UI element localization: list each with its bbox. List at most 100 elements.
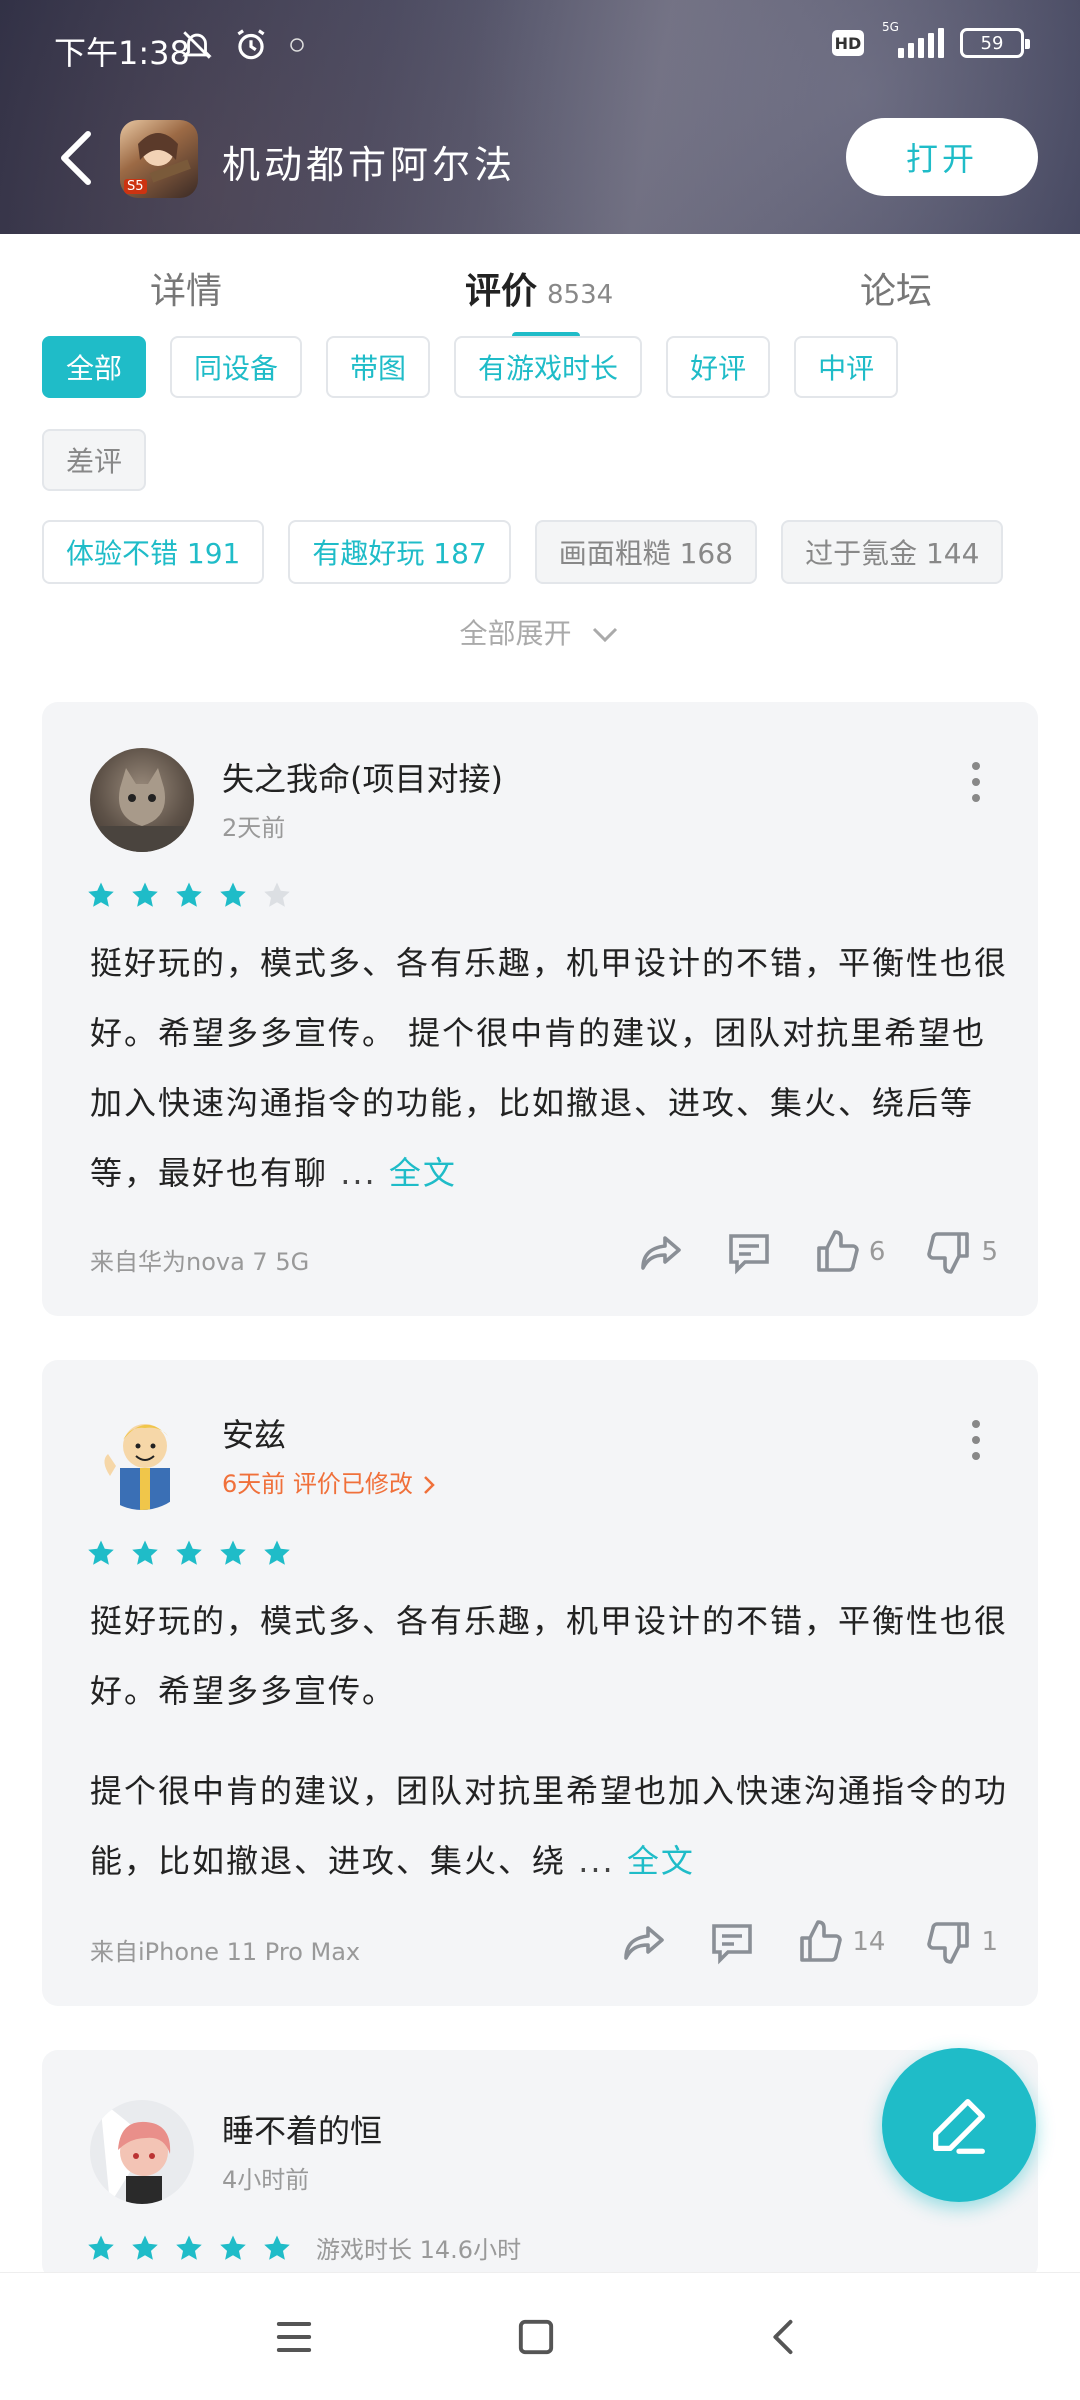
status-bar: 下午1:38 HD 5G 59: [0, 0, 1080, 96]
menu-nav-button[interactable]: [268, 2311, 320, 2363]
like-count: 6: [868, 1237, 886, 1267]
review-card: 失之我命(项目对接) 2天前 挺好玩的，模式多、各有乐趣，机甲设计的不错，平衡性…: [42, 702, 1038, 1316]
tag-good-experience[interactable]: 体验不错 191: [42, 520, 265, 584]
star-empty-icon: [262, 880, 292, 910]
share-button[interactable]: [620, 1918, 668, 1966]
like-button[interactable]: 14: [796, 1918, 885, 1966]
menu-icon: [276, 2322, 312, 2352]
read-full-link[interactable]: 全文: [389, 1154, 457, 1192]
tab-details[interactable]: 详情: [150, 262, 222, 314]
app-topbar: S5 机动都市阿尔法 打开: [0, 110, 1080, 210]
read-full-link[interactable]: 全文: [627, 1842, 695, 1880]
share-button[interactable]: [637, 1228, 685, 1276]
review-time-edited[interactable]: 6天前 评价已修改: [222, 1464, 437, 1499]
back-button[interactable]: [56, 128, 106, 188]
avatar[interactable]: [90, 748, 194, 852]
tab-bar: 详情 评价 8534 论坛: [0, 234, 1080, 340]
device-label: 来自华为nova 7 5G: [90, 1248, 310, 1276]
review-text-p1[interactable]: 挺好玩的，模式多、各有乐趣，机甲设计的不错，平衡性也很好。希望多多宣传。: [90, 1586, 1010, 1726]
star-filled-icon: [86, 1538, 116, 1568]
review-text-p2[interactable]: 提个很中肯的建议，团队对抗里希望也加入快速沟通指令的功能，比如撤退、进攻、集火、…: [90, 1756, 1010, 1896]
review-card: 睡不着的恒 4小时前 游戏时长 14.6小时: [42, 2050, 1038, 2280]
star-filled-icon: [130, 1538, 160, 1568]
more-options-icon[interactable]: [972, 1420, 982, 1460]
sync-icon: [290, 38, 304, 52]
pen-icon: [933, 2099, 985, 2154]
review-card: 安兹 6天前 评价已修改 挺好玩的，模式多、各有乐趣，机甲设计的不错，平衡性也很…: [42, 1360, 1038, 2006]
app-icon: S5: [120, 120, 198, 198]
back-nav-button[interactable]: [758, 2311, 810, 2363]
home-nav-button[interactable]: [510, 2311, 562, 2363]
tag-row: 体验不错 191 有趣好玩 187 画面粗糙 168 过于氪金 144: [42, 520, 1004, 584]
signal-icon: 5G: [880, 20, 944, 58]
filter-with-playtime[interactable]: 有游戏时长: [454, 336, 643, 398]
review-actions: 6 5: [637, 1228, 998, 1276]
filter-negative[interactable]: 差评: [42, 429, 147, 491]
playtime-label: 游戏时长 14.6小时: [316, 2236, 522, 2264]
thumbs-up-icon: [800, 1920, 843, 1962]
write-review-button[interactable]: [882, 2048, 1036, 2202]
star-filled-icon: [86, 880, 116, 910]
filter-all[interactable]: 全部: [42, 336, 147, 398]
review-actions: 14 1: [620, 1918, 998, 1966]
user-name[interactable]: 安兹: [222, 1410, 286, 1456]
system-nav-bar: [0, 2272, 1080, 2400]
dislike-button[interactable]: 1: [925, 1918, 998, 1966]
avatar[interactable]: [90, 2100, 194, 2204]
more-options-icon[interactable]: [972, 762, 982, 802]
review-time: 4小时前: [222, 2166, 310, 2194]
star-filled-icon: [130, 2233, 160, 2263]
alarm-icon: [237, 29, 265, 60]
dislike-count: 5: [981, 1237, 998, 1267]
filter-positive[interactable]: 好评: [666, 336, 771, 398]
hd-badge: HD: [832, 30, 864, 56]
like-button[interactable]: 6: [813, 1228, 886, 1276]
filter-same-device[interactable]: 同设备: [170, 336, 303, 398]
thumbs-down-icon: [927, 1232, 970, 1274]
filter-with-images[interactable]: 带图: [326, 336, 431, 398]
filter-neutral[interactable]: 中评: [794, 336, 899, 398]
star-filled-icon: [218, 880, 248, 910]
device-label: 来自iPhone 11 Pro Max: [90, 1938, 361, 1966]
app-icon-badge: S5: [124, 179, 147, 194]
filter-row: 全部 同设备 带图 有游戏时长 好评 中评: [42, 336, 899, 398]
star-filled-icon: [262, 2233, 292, 2263]
thumbs-up-icon: [817, 1230, 859, 1272]
comment-icon: [729, 1234, 769, 1275]
tag-rough-graphics[interactable]: 画面粗糙 168: [534, 520, 758, 584]
tag-pay-to-win[interactable]: 过于氪金 144: [781, 520, 1004, 584]
back-arrow-icon: [61, 131, 91, 185]
rating-stars: [86, 880, 292, 910]
app-header: 下午1:38 HD 5G 59 S5 机动都市阿尔法 打开: [0, 0, 1080, 234]
share-icon: [624, 1926, 665, 1960]
star-filled-icon: [218, 1538, 248, 1568]
chevron-down-icon: [593, 627, 618, 643]
comment-button[interactable]: [708, 1918, 756, 1966]
mute-bell-icon: [182, 31, 212, 59]
back-triangle-icon: [773, 2319, 793, 2355]
star-filled-icon: [174, 1538, 204, 1568]
rating-stars: [86, 1538, 292, 1568]
comment-icon: [712, 1924, 753, 1965]
star-filled-icon: [130, 880, 160, 910]
share-icon: [641, 1236, 681, 1270]
expand-all-button[interactable]: 全部展开: [0, 612, 1080, 652]
status-time: 下午1:38: [54, 34, 190, 72]
user-name[interactable]: 睡不着的恒: [222, 2106, 382, 2152]
tab-reviews[interactable]: 评价 8534: [465, 262, 613, 314]
like-count: 14: [852, 1927, 886, 1957]
star-filled-icon: [262, 1538, 292, 1568]
star-filled-icon: [174, 880, 204, 910]
dislike-count: 1: [981, 1927, 998, 1957]
open-button[interactable]: 打开: [846, 118, 1038, 196]
comment-button[interactable]: [725, 1228, 773, 1276]
star-filled-icon: [218, 2233, 248, 2263]
star-filled-icon: [174, 2233, 204, 2263]
avatar[interactable]: [90, 1406, 194, 1510]
tab-forum[interactable]: 论坛: [860, 262, 932, 314]
thumbs-down-icon: [927, 1922, 970, 1964]
tag-fun[interactable]: 有趣好玩 187: [288, 520, 511, 584]
user-name[interactable]: 失之我命(项目对接): [222, 754, 503, 800]
dislike-button[interactable]: 5: [925, 1228, 998, 1276]
review-text[interactable]: 挺好玩的，模式多、各有乐趣，机甲设计的不错，平衡性也很好。希望多多宣传。 提个很…: [90, 928, 1010, 1208]
